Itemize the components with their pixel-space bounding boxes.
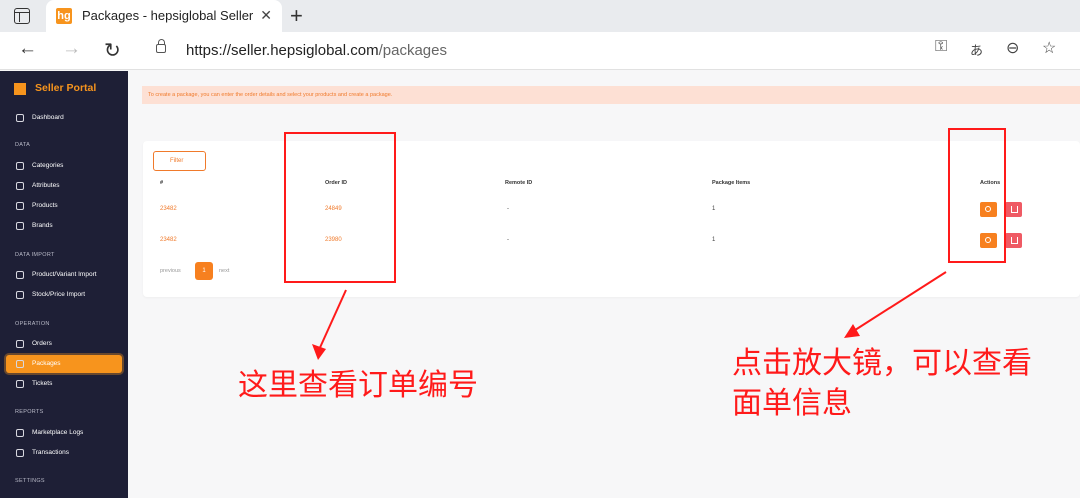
sidebar-item-label: Brands: [32, 222, 53, 229]
sidebar-item-label: Product/Variant Import: [32, 271, 97, 278]
pagination-page-1[interactable]: 1: [195, 262, 213, 280]
row-remote-id: -: [507, 237, 509, 243]
home-icon: [16, 114, 24, 122]
key-icon[interactable]: ⚿: [935, 38, 947, 56]
sidebar-item-orders[interactable]: Orders: [6, 335, 122, 353]
site-favicon: hg: [56, 8, 72, 24]
gear-icon: [16, 429, 24, 437]
tab-title: Packages - hepsiglobal Seller Por: [82, 8, 254, 23]
notice-text: To create a package, you can enter the o…: [148, 92, 393, 98]
actions-highlight-box: [948, 128, 1006, 263]
sidebar-item-product-import[interactable]: Product/Variant Import: [6, 266, 122, 284]
brand-title: Seller Portal: [35, 82, 97, 94]
sidebar-item-label: Categories: [32, 162, 64, 169]
sidebar-item-brands[interactable]: Brands: [6, 217, 122, 235]
address-bar[interactable]: https://seller.hepsiglobal.com/packages: [142, 36, 1030, 66]
info-notice: To create a package, you can enter the o…: [142, 86, 1080, 104]
package-icon: [16, 360, 24, 368]
row-package-id[interactable]: 23482: [160, 237, 177, 243]
sidebar-item-attributes[interactable]: Attributes: [6, 177, 122, 195]
column-header-number: #: [160, 180, 164, 186]
sidebar-item-dashboard[interactable]: Dashboard: [6, 109, 122, 127]
url-text[interactable]: https://seller.hepsiglobal.com/packages: [186, 42, 447, 59]
url-host: https://seller.hepsiglobal.com: [186, 42, 379, 59]
sidebar-item-label: Orders: [32, 340, 52, 347]
sidebar-item-packages[interactable]: Packages: [6, 355, 122, 373]
order-id-highlight-box: [284, 132, 396, 283]
categories-icon: [16, 162, 24, 170]
filter-button[interactable]: Filter: [153, 151, 206, 171]
row-remote-id: -: [507, 206, 509, 212]
orders-icon: [16, 340, 24, 348]
brand-logo-icon: [14, 83, 26, 95]
reload-icon[interactable]: ↻: [104, 38, 121, 63]
sidebar-item-label: Transactions: [32, 449, 69, 456]
annotation-right-text-line1: 点击放大镜，可以查看: [732, 347, 1032, 380]
browser-tab[interactable]: hg Packages - hepsiglobal Seller Por ✕: [46, 0, 282, 32]
sidebar-item-transactions[interactable]: Transactions: [6, 444, 122, 462]
tag-icon: [16, 182, 24, 190]
row-package-id[interactable]: 23482: [160, 206, 177, 212]
section-settings: SETTINGS: [15, 478, 45, 484]
section-data-import: DATA IMPORT: [15, 252, 55, 258]
url-path: /packages: [378, 42, 447, 59]
sidebar-item-label: Products: [32, 202, 58, 209]
arrow-head-right: [844, 324, 860, 338]
section-reports: REPORTS: [15, 409, 44, 415]
delete-trash-icon[interactable]: [1005, 202, 1022, 217]
sidebar-item-label: Tickets: [32, 380, 53, 387]
sidebar-item-tickets[interactable]: Tickets: [6, 375, 122, 393]
section-operation: OPERATION: [15, 321, 50, 327]
sidebar: Seller Portal Dashboard DATA Categories …: [0, 71, 128, 498]
lock-icon[interactable]: [156, 39, 166, 53]
sidebar-item-label: Dashboard: [32, 114, 64, 121]
new-tab-icon[interactable]: +: [290, 3, 303, 29]
favorites-star-icon[interactable]: ☆: [1042, 38, 1056, 58]
sidebar-item-label: Marketplace Logs: [32, 429, 84, 436]
pagination-next[interactable]: next: [219, 268, 229, 274]
close-tab-icon[interactable]: ✕: [260, 7, 272, 24]
help-circle-icon: [16, 380, 24, 388]
arrow-line-left: [317, 289, 347, 353]
sidebar-item-label: Stock/Price Import: [32, 291, 86, 298]
upload-icon: [16, 291, 24, 299]
sidebar-item-stock-import[interactable]: Stock/Price Import: [6, 286, 122, 304]
browser-tab-bar: hg Packages - hepsiglobal Seller Por ✕ +: [0, 0, 1080, 32]
delete-trash-icon[interactable]: [1005, 233, 1022, 248]
back-arrow-icon[interactable]: ←: [18, 38, 37, 60]
column-header-remote-id: Remote ID: [505, 180, 533, 186]
pagination-previous[interactable]: previous: [160, 268, 181, 274]
sidebar-item-label: Attributes: [32, 182, 60, 189]
filter-button-label: Filter: [170, 158, 184, 164]
browser-nav-bar: ← → ↻ https://seller.hepsiglobal.com/pac…: [0, 32, 1080, 70]
arrow-head-left: [312, 344, 326, 360]
sidebar-item-marketplace-logs[interactable]: Marketplace Logs: [6, 424, 122, 442]
annotation-left-text: 这里查看订单编号: [238, 369, 478, 402]
column-header-package-items: Package Items: [712, 180, 751, 186]
upload-icon: [16, 271, 24, 279]
section-data: DATA: [15, 142, 31, 148]
row-package-items: 1: [712, 237, 716, 243]
sidebar-item-label: Packages: [32, 360, 61, 367]
tab-actions-icon[interactable]: [14, 8, 30, 24]
annotation-right-text-line2: 面单信息: [732, 387, 852, 420]
list-icon: [16, 449, 24, 457]
translate-icon[interactable]: あ: [970, 40, 983, 59]
forward-arrow-icon[interactable]: →: [62, 38, 81, 60]
star-icon: [16, 222, 24, 230]
zoom-icon[interactable]: ⊖: [1006, 38, 1019, 58]
row-package-items: 1: [712, 206, 716, 212]
sidebar-item-products[interactable]: Products: [6, 197, 122, 215]
products-icon: [16, 202, 24, 210]
sidebar-item-categories[interactable]: Categories: [6, 157, 122, 175]
